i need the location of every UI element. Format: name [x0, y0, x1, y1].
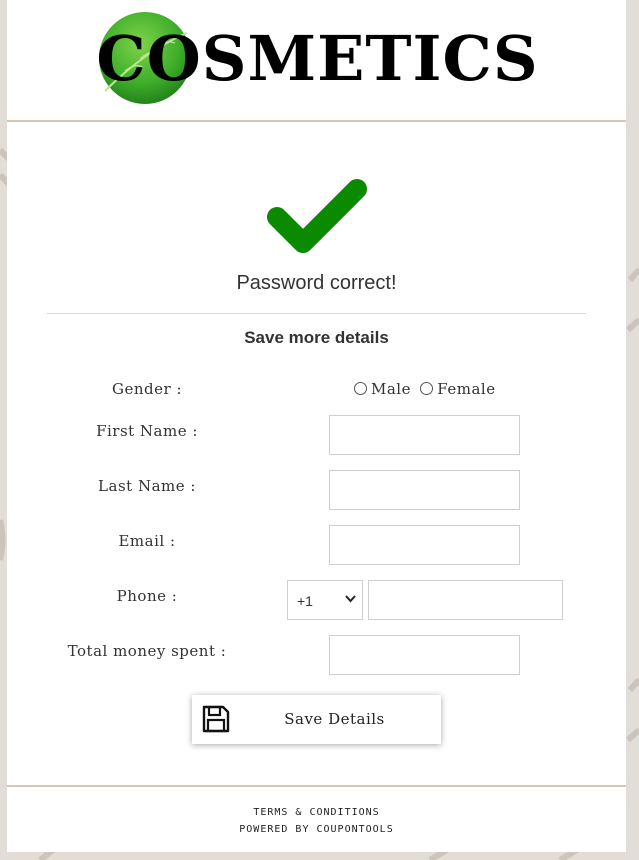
money-spent-label: Total money spent :: [67, 642, 227, 660]
gender-female-label: Female: [437, 380, 496, 398]
footer-rule: [7, 785, 626, 787]
save-details-label: Save Details: [284, 710, 385, 728]
divider: [47, 313, 586, 314]
form-title: Save more details: [244, 328, 389, 347]
save-details-button[interactable]: Save Details: [192, 695, 441, 744]
gender-male-label: Male: [371, 380, 411, 398]
logo-text: COSMETICS: [96, 22, 539, 95]
header-rule: [7, 120, 626, 122]
gender-label: Gender :: [112, 380, 182, 398]
radio-male[interactable]: [354, 382, 367, 395]
brand-logo: COSMETICS: [95, 8, 555, 108]
first-name-label: First Name :: [96, 422, 198, 440]
status-message: Password correct!: [236, 272, 397, 294]
last-name-field[interactable]: [329, 470, 520, 510]
header: COSMETICS: [7, 0, 626, 121]
floppy-disk-icon: [202, 705, 230, 733]
powered-by-link[interactable]: POWERED BY COUPONTOOLS: [7, 824, 626, 835]
gender-male-option[interactable]: Male: [354, 380, 411, 398]
money-spent-field[interactable]: [329, 635, 520, 675]
phone-country-select[interactable]: +1: [287, 580, 363, 620]
email-label: Email :: [118, 532, 176, 550]
phone-country-code: +1: [297, 593, 313, 609]
gender-radio-group: Male Female: [354, 380, 500, 398]
chevron-down-icon: [345, 595, 356, 603]
phone-label: Phone :: [116, 587, 178, 605]
email-field[interactable]: [329, 525, 520, 565]
content-card: COSMETICS Password correct! Save more de…: [7, 0, 626, 852]
phone-field[interactable]: [368, 580, 563, 620]
last-name-label: Last Name :: [98, 477, 196, 495]
first-name-field[interactable]: [329, 415, 520, 455]
gender-female-option[interactable]: Female: [420, 380, 495, 398]
radio-female[interactable]: [420, 382, 434, 395]
checkmark-icon: [267, 179, 367, 253]
terms-link[interactable]: TERMS & CONDITIONS: [7, 807, 626, 818]
